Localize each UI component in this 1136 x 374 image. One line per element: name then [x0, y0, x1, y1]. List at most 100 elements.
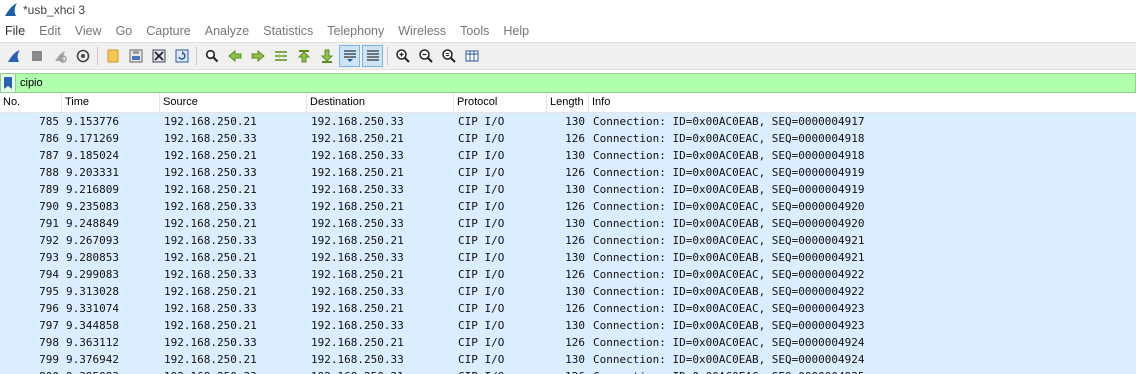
cell-no: 792	[39, 234, 59, 247]
cell-info: Connection: ID=0x00AC0EAC, SEQ=000000491…	[593, 132, 865, 145]
cell-destination: 192.168.250.33	[311, 319, 404, 332]
window-title: *usb_xhci 3	[23, 3, 86, 17]
stop-capture-icon[interactable]	[26, 45, 47, 67]
open-file-icon[interactable]	[102, 45, 123, 67]
cell-protocol: CIP I/O	[458, 200, 505, 213]
cell-protocol: CIP I/O	[458, 132, 505, 145]
cell-no: 793	[39, 251, 59, 264]
colorize-icon[interactable]	[362, 45, 383, 67]
capture-options-icon[interactable]	[72, 45, 93, 67]
table-row[interactable]: 788 9.203331 192.168.250.33 192.168.250.21 C…	[0, 164, 1136, 181]
cell-destination: 192.168.250.21	[311, 302, 404, 315]
menu-capture[interactable]: Capture	[140, 24, 198, 38]
cell-info: Connection: ID=0x00AC0EAB, SEQ=000000492…	[593, 251, 865, 264]
table-row[interactable]: 792 9.267093 192.168.250.33 192.168.250.21 C…	[0, 232, 1136, 249]
go-to-packet-icon[interactable]	[270, 45, 291, 67]
cell-info: Connection: ID=0x00AC0EAB, SEQ=000000492…	[593, 217, 865, 230]
autoscroll-icon[interactable]	[339, 45, 360, 67]
table-row[interactable]: 789 9.216809 192.168.250.21 192.168.250.33 C…	[0, 181, 1136, 198]
menu-edit[interactable]: Edit	[33, 24, 69, 38]
column-header-info[interactable]: Info	[589, 93, 1136, 112]
cell-no: 789	[39, 183, 59, 196]
table-row[interactable]: 799 9.376942 192.168.250.21 192.168.250.33 C…	[0, 351, 1136, 368]
table-row[interactable]: 798 9.363112 192.168.250.33 192.168.250.21 C…	[0, 334, 1136, 351]
cell-source: 192.168.250.33	[164, 234, 257, 247]
cell-no: 787	[39, 149, 59, 162]
go-forward-icon[interactable]	[247, 45, 268, 67]
table-row[interactable]: 796 9.331074 192.168.250.33 192.168.250.21 C…	[0, 300, 1136, 317]
menu-help[interactable]: Help	[497, 24, 537, 38]
zoom-normal-icon[interactable]	[438, 45, 459, 67]
cell-protocol: CIP I/O	[458, 183, 505, 196]
table-row[interactable]: 786 9.171269 192.168.250.33 192.168.250.21 C…	[0, 130, 1136, 147]
menu-view[interactable]: View	[69, 24, 110, 38]
table-row[interactable]: 797 9.344858 192.168.250.21 192.168.250.33 C…	[0, 317, 1136, 334]
cell-source: 192.168.250.21	[164, 285, 257, 298]
cell-protocol: CIP I/O	[454, 370, 547, 374]
cell-protocol: CIP I/O	[458, 319, 505, 332]
menu-file[interactable]: File	[0, 24, 33, 38]
cell-time: 9.376942	[66, 353, 119, 366]
table-row[interactable]: 787 9.185024 192.168.250.21 192.168.250.33 C…	[0, 147, 1136, 164]
cell-destination: 192.168.250.21	[311, 132, 404, 145]
cell-destination: 192.168.250.21	[311, 166, 404, 179]
cell-info: Connection: ID=0x00AC0EAC, SEQ=000000492…	[593, 234, 865, 247]
start-capture-icon[interactable]	[3, 45, 24, 67]
zoom-out-icon[interactable]	[415, 45, 436, 67]
cell-info: Connection: ID=0x00AC0EAB, SEQ=000000491…	[593, 115, 865, 128]
cell-time: 9.395083	[62, 370, 160, 374]
cell-length: 130	[565, 285, 585, 298]
menu-bar: File Edit View Go Capture Analyze Statis…	[0, 20, 1136, 42]
cell-destination: 192.168.250.33	[311, 217, 404, 230]
go-last-packet-icon[interactable]	[316, 45, 337, 67]
cell-time: 9.331074	[66, 302, 119, 315]
display-filter-bar[interactable]: cipio	[0, 73, 1136, 93]
cell-source: 192.168.250.33	[164, 166, 257, 179]
menu-telephony[interactable]: Telephony	[321, 24, 392, 38]
table-row[interactable]: 785 9.153776 192.168.250.21 192.168.250.33 C…	[0, 113, 1136, 130]
cell-length: 126	[565, 200, 585, 213]
cell-info: Connection: ID=0x00AC0EAC, SEQ=000000492…	[593, 302, 865, 315]
table-row[interactable]: 795 9.313028 192.168.250.21 192.168.250.33 C…	[0, 283, 1136, 300]
cell-no: 791	[39, 217, 59, 230]
column-header-no[interactable]: No.	[0, 93, 62, 112]
cell-source: 192.168.250.21	[164, 115, 257, 128]
cell-time: 9.313028	[66, 285, 119, 298]
restart-capture-icon[interactable]	[49, 45, 70, 67]
table-row[interactable]: 794 9.299083 192.168.250.33 192.168.250.21 C…	[0, 266, 1136, 283]
table-row[interactable]: 8009.395083192.168.250.33192.168.250.21C…	[0, 368, 1136, 374]
column-header-protocol[interactable]: Protocol	[454, 93, 547, 112]
cell-source: 192.168.250.33	[160, 370, 307, 374]
find-packet-icon[interactable]	[201, 45, 222, 67]
go-back-icon[interactable]	[224, 45, 245, 67]
resize-columns-icon[interactable]	[461, 45, 482, 67]
column-header-destination[interactable]: Destination	[307, 93, 454, 112]
cell-destination: 192.168.250.21	[311, 336, 404, 349]
table-row[interactable]: 793 9.280853 192.168.250.21 192.168.250.33 C…	[0, 249, 1136, 266]
reload-file-icon[interactable]	[171, 45, 192, 67]
cell-protocol: CIP I/O	[458, 166, 505, 179]
go-first-packet-icon[interactable]	[293, 45, 314, 67]
menu-wireless[interactable]: Wireless	[392, 24, 454, 38]
column-header-source[interactable]: Source	[160, 93, 307, 112]
bookmark-icon[interactable]	[1, 74, 16, 92]
cell-time: 9.235083	[66, 200, 119, 213]
cell-no: 797	[39, 319, 59, 332]
save-file-icon[interactable]	[125, 45, 146, 67]
cell-time: 9.267093	[66, 234, 119, 247]
table-row[interactable]: 791 9.248849 192.168.250.21 192.168.250.33 C…	[0, 215, 1136, 232]
display-filter-input[interactable]: cipio	[20, 77, 43, 89]
cell-source: 192.168.250.21	[164, 149, 257, 162]
cell-time: 9.363112	[66, 336, 119, 349]
cell-source: 192.168.250.21	[164, 217, 257, 230]
zoom-in-icon[interactable]	[392, 45, 413, 67]
toolbar-separator	[196, 47, 197, 65]
column-header-length[interactable]: Length	[547, 93, 589, 112]
table-row[interactable]: 790 9.235083 192.168.250.33 192.168.250.21 C…	[0, 198, 1136, 215]
menu-analyze[interactable]: Analyze	[199, 24, 257, 38]
column-header-time[interactable]: Time	[62, 93, 160, 112]
menu-statistics[interactable]: Statistics	[257, 24, 321, 38]
menu-go[interactable]: Go	[110, 24, 141, 38]
menu-tools[interactable]: Tools	[454, 24, 497, 38]
close-file-icon[interactable]	[148, 45, 169, 67]
